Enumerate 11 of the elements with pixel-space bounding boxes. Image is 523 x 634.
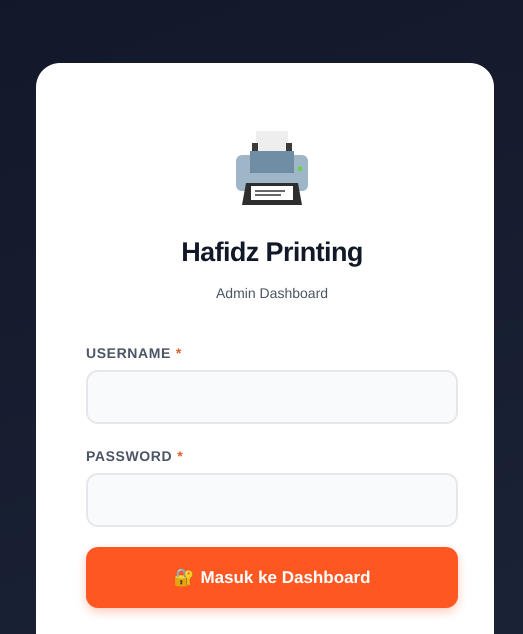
app-subtitle: Admin Dashboard — [216, 285, 328, 301]
input-field[interactable] — [86, 473, 458, 527]
required-mark: * — [176, 345, 182, 361]
login-button[interactable]: 🔐 Masuk ke Dashboard — [86, 547, 458, 608]
field-label: PASSWORD — [86, 448, 172, 464]
field-label: USERNAME — [86, 345, 171, 361]
app-title: Hafidz Printing — [181, 237, 363, 268]
required-mark: * — [177, 448, 183, 464]
lock-key-icon: 🔐 — [173, 567, 194, 588]
input-field[interactable] — [86, 370, 458, 424]
printer-icon — [236, 131, 308, 207]
